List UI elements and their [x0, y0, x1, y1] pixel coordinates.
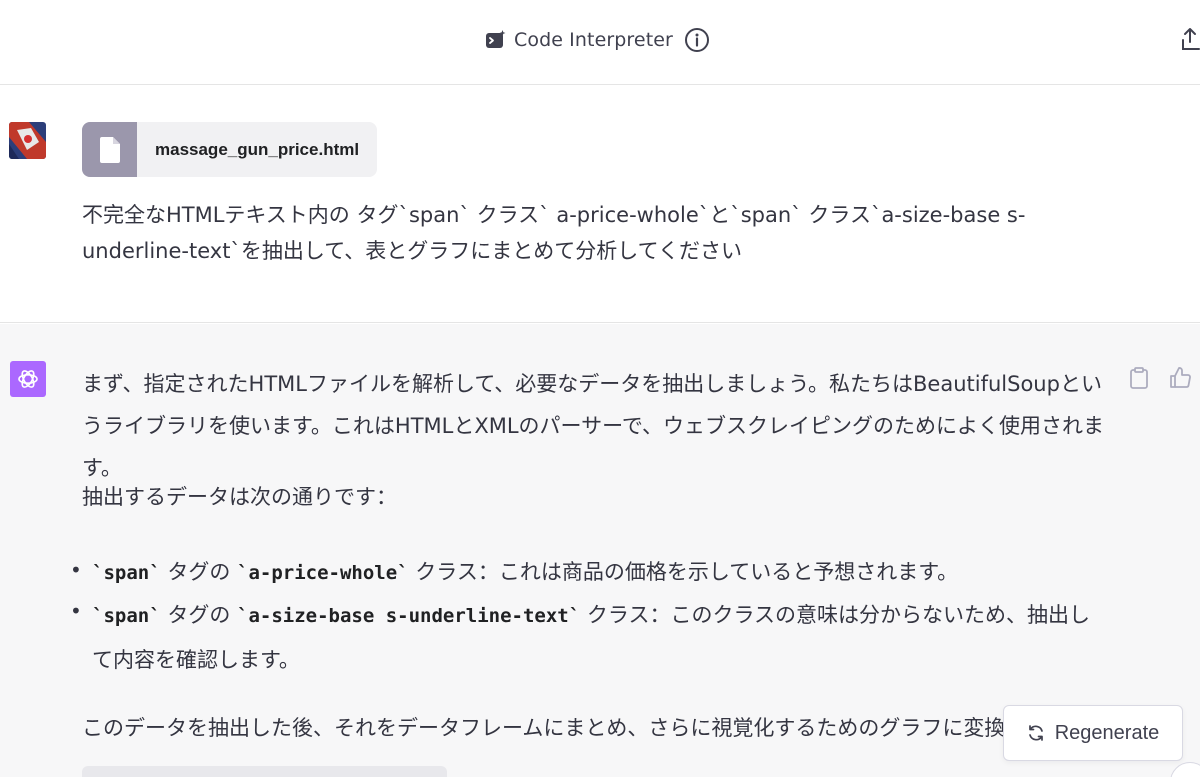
chatgpt-avatar: [10, 361, 46, 397]
refresh-icon: [1027, 724, 1045, 742]
inline-code: `span`: [92, 605, 161, 627]
code-block: [82, 766, 447, 777]
assistant-paragraph: このデータを抽出した後、それをデータフレームにまとめ、さらに視覚化するためのグラ…: [82, 716, 1088, 740]
clipboard-icon[interactable]: [1128, 366, 1150, 390]
list-item: • `span` タグの `a-price-whole` クラス：これは商品の価…: [70, 552, 1110, 593]
assistant-paragraph: まず、指定されたHTMLファイルを解析して、必要なデータを抽出しましょう。私たち…: [82, 372, 1105, 480]
regenerate-label: Regenerate: [1054, 721, 1160, 744]
code-interpreter-icon: [485, 29, 507, 51]
list-item-text: クラス：これは商品の価格を示していると予想されます。: [415, 560, 959, 584]
inline-code: `span`: [92, 562, 161, 584]
message-actions: [1128, 366, 1192, 390]
bullet-dot: •: [70, 599, 82, 623]
info-icon[interactable]: [684, 27, 710, 53]
assistant-paragraph: 抽出するデータは次の通りです：: [82, 485, 397, 509]
user-avatar: [9, 122, 46, 159]
model-indicator[interactable]: Code Interpreter: [485, 24, 710, 56]
bullet-dot: •: [70, 558, 82, 582]
attached-file[interactable]: massage_gun_price.html: [82, 122, 377, 177]
openai-logo-icon: [18, 370, 38, 388]
chat-header: Code Interpreter: [0, 0, 1200, 85]
list-item-text: タグの: [167, 560, 231, 584]
list-item-text: タグの: [167, 603, 231, 627]
file-name: massage_gun_price.html: [155, 139, 360, 159]
file-icon: [82, 122, 137, 177]
list-item: • `span` タグの `a-size-base s-underline-te…: [70, 593, 1110, 682]
inline-code: `a-price-whole`: [237, 562, 409, 584]
thumbs-up-icon[interactable]: [1168, 366, 1192, 390]
user-prompt-text: 不完全なHTMLテキスト内の タグ`span` クラス` a-price-who…: [82, 203, 1026, 263]
bullet-list: • `span` タグの `a-price-whole` クラス：これは商品の価…: [70, 552, 1110, 682]
share-icon[interactable]: [1180, 26, 1200, 52]
model-label: Code Interpreter: [514, 29, 673, 51]
regenerate-button[interactable]: Regenerate: [1003, 705, 1183, 761]
inline-code: `a-size-base s-underline-text`: [237, 605, 581, 627]
